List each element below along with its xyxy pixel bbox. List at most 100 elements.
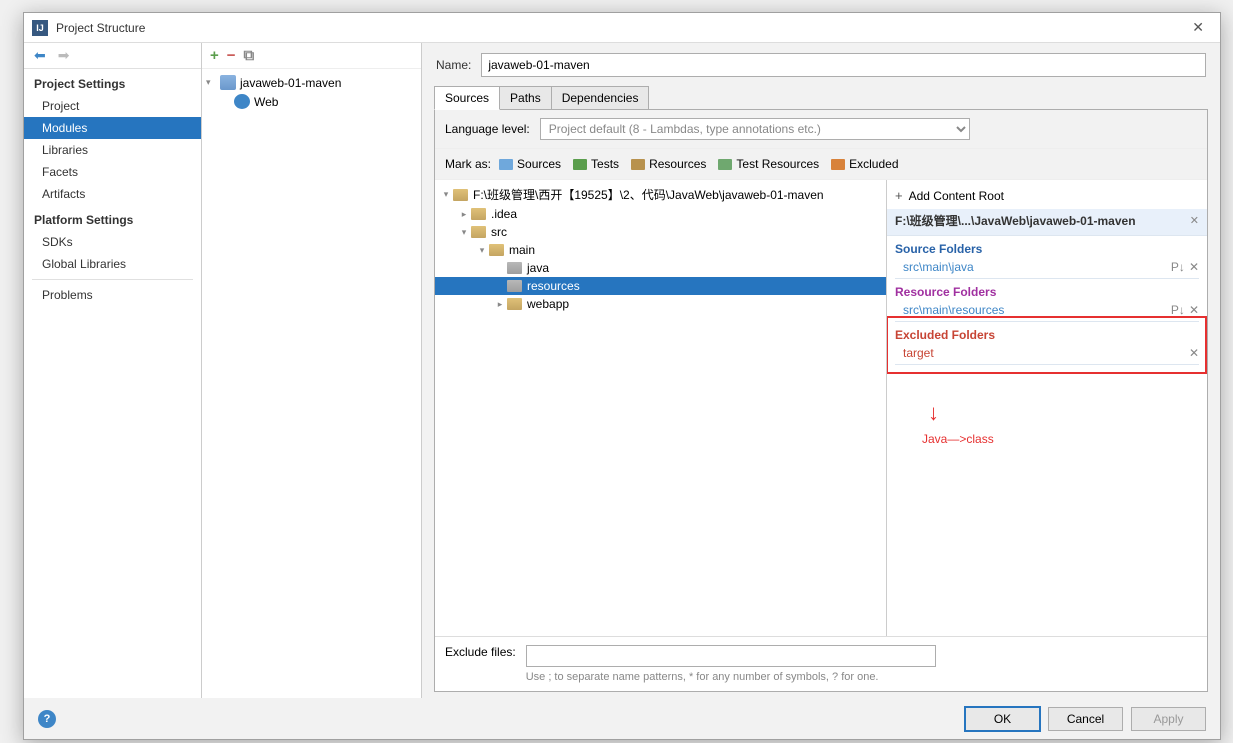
dialog-title: Project Structure bbox=[56, 21, 1184, 35]
cancel-button[interactable]: Cancel bbox=[1048, 707, 1123, 731]
edit-icon[interactable]: P↓ bbox=[1171, 260, 1185, 274]
resource-folder-item[interactable]: src\main\resources P↓✕ bbox=[895, 301, 1199, 322]
mark-as-label: Mark as: bbox=[445, 157, 491, 171]
folder-icon bbox=[831, 159, 845, 170]
mark-resources[interactable]: Resources bbox=[627, 155, 710, 173]
add-content-root[interactable]: + Add Content Root bbox=[895, 186, 1199, 209]
tree-java[interactable]: java bbox=[435, 259, 886, 277]
tree-label: .idea bbox=[491, 207, 517, 221]
source-folder-item[interactable]: src\main\java P↓✕ bbox=[895, 258, 1199, 279]
exclude-files-label: Exclude files: bbox=[445, 645, 516, 659]
name-row: Name: bbox=[422, 43, 1220, 85]
exclude-files-input[interactable] bbox=[526, 645, 936, 667]
titlebar: IJ Project Structure ✕ bbox=[24, 13, 1220, 43]
add-module-icon[interactable]: + bbox=[210, 47, 219, 64]
excluded-folder-item[interactable]: target ✕ bbox=[895, 344, 1199, 365]
sidebar-item-modules[interactable]: Modules bbox=[24, 117, 201, 139]
tree-label: src bbox=[491, 225, 507, 239]
modules-tree: ▾ javaweb-01-maven Web bbox=[202, 69, 421, 115]
tree-label: F:\班级管理\西开【19525】\2、代码\JavaWeb\javaweb-0… bbox=[473, 186, 824, 203]
tree-src[interactable]: ▾ src bbox=[435, 223, 886, 241]
sidebar-item-libraries[interactable]: Libraries bbox=[24, 139, 201, 161]
remove-icon[interactable]: ✕ bbox=[1190, 214, 1199, 227]
mark-as-row: Mark as: Sources Tests Resources Test Re… bbox=[435, 149, 1207, 180]
mark-tests[interactable]: Tests bbox=[569, 155, 623, 173]
folder-icon bbox=[471, 226, 486, 238]
folder-icon bbox=[573, 159, 587, 170]
ok-button[interactable]: OK bbox=[965, 707, 1040, 731]
tree-resources[interactable]: resources bbox=[435, 277, 886, 295]
sidebar-item-project[interactable]: Project bbox=[24, 95, 201, 117]
main-panel: Name: Sources Paths Dependencies Languag… bbox=[422, 43, 1220, 698]
chevron-down-icon: ▾ bbox=[206, 77, 220, 88]
help-icon[interactable]: ? bbox=[38, 710, 56, 728]
exclude-files-hint: Use ; to separate name patterns, * for a… bbox=[526, 671, 936, 683]
content-root-label: F:\班级管理\...\JavaWeb\javaweb-01-maven bbox=[895, 212, 1136, 229]
remove-module-icon[interactable]: − bbox=[227, 47, 236, 64]
chevron-right-icon: ▸ bbox=[457, 209, 471, 220]
source-folders-tree: ▾ F:\班级管理\西开【19525】\2、代码\JavaWeb\javaweb… bbox=[435, 180, 887, 636]
folder-icon bbox=[471, 208, 486, 220]
module-root[interactable]: ▾ javaweb-01-maven bbox=[202, 73, 421, 92]
exclude-files-row: Exclude files: Use ; to separate name pa… bbox=[435, 636, 1207, 691]
folder-icon bbox=[718, 159, 732, 170]
platform-settings-header: Platform Settings bbox=[24, 205, 201, 231]
language-level-label: Language level: bbox=[445, 122, 530, 136]
source-folders-header: Source Folders bbox=[895, 236, 1199, 258]
chevron-right-icon: ▸ bbox=[493, 299, 507, 310]
folder-icon bbox=[489, 244, 504, 256]
tree-main[interactable]: ▾ main bbox=[435, 241, 886, 259]
add-content-root-label: Add Content Root bbox=[909, 189, 1004, 203]
tree-idea[interactable]: ▸ .idea bbox=[435, 205, 886, 223]
edit-icon[interactable]: P↓ bbox=[1171, 303, 1185, 317]
tab-sources[interactable]: Sources bbox=[434, 86, 500, 110]
web-icon bbox=[234, 94, 250, 109]
tab-paths[interactable]: Paths bbox=[499, 86, 552, 110]
back-icon[interactable]: ⬅ bbox=[30, 45, 50, 66]
folder-icon bbox=[507, 298, 522, 310]
arrow-down-icon: ↓ bbox=[928, 400, 994, 426]
project-structure-dialog: IJ Project Structure ✕ ⬅ ➡ Project Setti… bbox=[23, 12, 1221, 740]
plus-icon: + bbox=[895, 188, 903, 203]
remove-icon[interactable]: ✕ bbox=[1189, 260, 1199, 274]
app-icon: IJ bbox=[32, 20, 48, 36]
tree-label: java bbox=[527, 261, 549, 275]
mark-sources[interactable]: Sources bbox=[495, 155, 565, 173]
name-input[interactable] bbox=[481, 53, 1206, 77]
tab-dependencies[interactable]: Dependencies bbox=[551, 86, 650, 110]
tree-label: resources bbox=[527, 279, 580, 293]
copy-module-icon[interactable]: ⧉ bbox=[244, 47, 255, 64]
sidebar-item-global-libraries[interactable]: Global Libraries bbox=[24, 253, 201, 275]
tree-webapp[interactable]: ▸ webapp bbox=[435, 295, 886, 313]
folder-icon bbox=[507, 262, 522, 274]
sidebar-item-sdks[interactable]: SDKs bbox=[24, 231, 201, 253]
remove-icon[interactable]: ✕ bbox=[1189, 303, 1199, 317]
name-label: Name: bbox=[436, 58, 471, 72]
dialog-footer: ? OK Cancel Apply bbox=[24, 698, 1220, 740]
content-root-panel: + Add Content Root F:\班级管理\...\JavaWeb\j… bbox=[887, 180, 1207, 636]
remove-icon[interactable]: ✕ bbox=[1189, 346, 1199, 360]
folder-icon bbox=[631, 159, 645, 170]
tree-root[interactable]: ▾ F:\班级管理\西开【19525】\2、代码\JavaWeb\javaweb… bbox=[435, 184, 886, 205]
apply-button[interactable]: Apply bbox=[1131, 707, 1206, 731]
folder-icon bbox=[453, 189, 468, 201]
module-label: javaweb-01-maven bbox=[240, 76, 341, 90]
module-web[interactable]: Web bbox=[202, 92, 421, 111]
divider bbox=[32, 279, 193, 280]
sidebar-item-facets[interactable]: Facets bbox=[24, 161, 201, 183]
mark-excluded[interactable]: Excluded bbox=[827, 155, 902, 173]
folder-icon bbox=[499, 159, 513, 170]
excluded-folders-header: Excluded Folders bbox=[895, 322, 1199, 344]
language-level-select[interactable]: Project default (8 - Lambdas, type annot… bbox=[540, 118, 970, 140]
sidebar-item-problems[interactable]: Problems bbox=[24, 284, 201, 306]
module-label: Web bbox=[254, 95, 278, 109]
chevron-down-icon: ▾ bbox=[457, 227, 471, 238]
sidebar-item-artifacts[interactable]: Artifacts bbox=[24, 183, 201, 205]
close-icon[interactable]: ✕ bbox=[1184, 15, 1212, 40]
modules-panel: + − ⧉ ▾ javaweb-01-maven Web bbox=[202, 43, 422, 698]
tab-content: Language level: Project default (8 - Lam… bbox=[434, 109, 1208, 692]
mark-test-resources[interactable]: Test Resources bbox=[714, 155, 823, 173]
annotation-text: ↓ Java—>class bbox=[922, 400, 994, 446]
forward-icon[interactable]: ➡ bbox=[54, 45, 74, 66]
content-root-path[interactable]: F:\班级管理\...\JavaWeb\javaweb-01-maven ✕ bbox=[887, 209, 1207, 236]
